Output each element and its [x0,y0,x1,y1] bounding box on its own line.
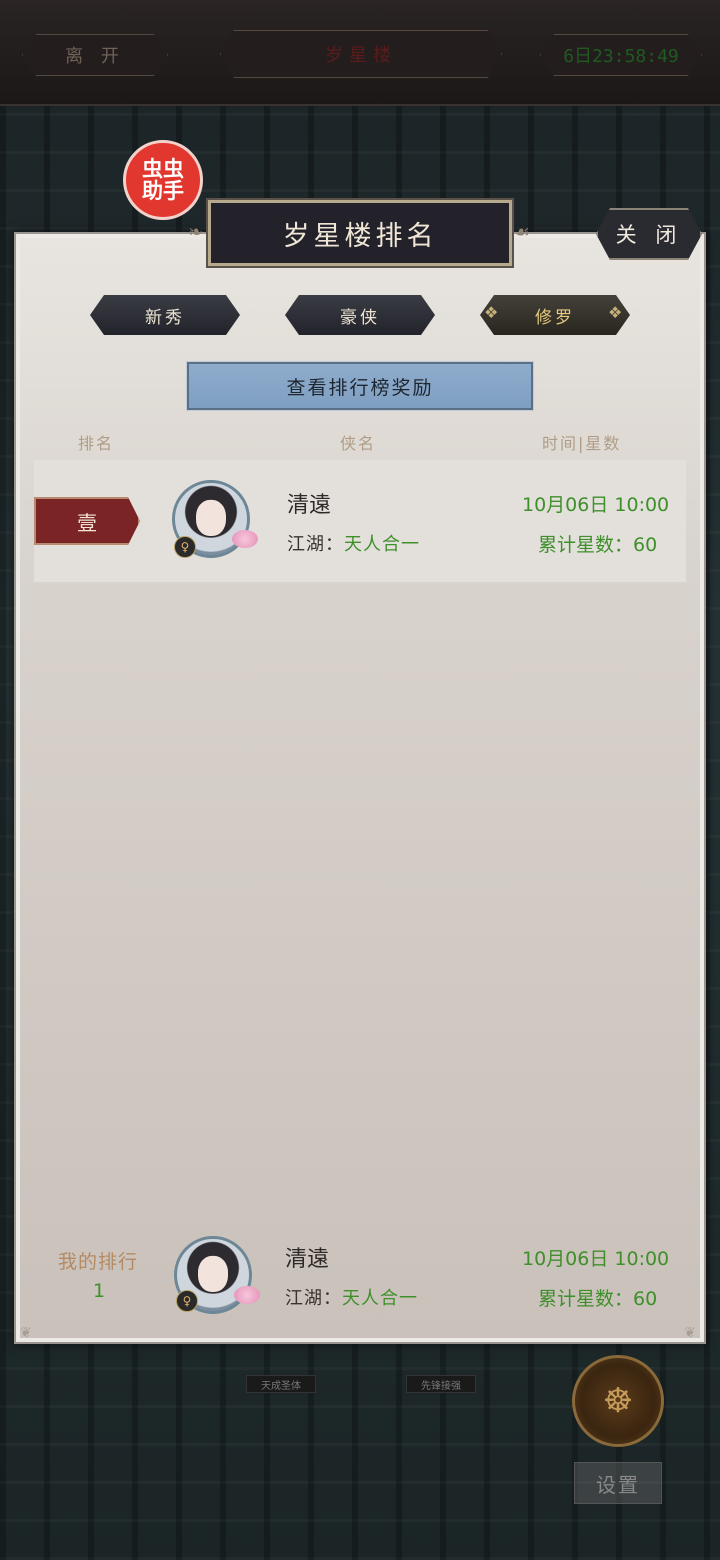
title-ornament-right-icon: ☙ [514,222,531,243]
column-name: 侠名 [340,434,377,453]
lotus-icon [234,1286,260,1304]
tab-active-ornament-icon: ❖ [484,303,499,322]
jianghu-info: 江湖：天人合一 [287,530,420,556]
avatar-face [196,500,226,536]
corner-ornament-icon: ❦ [684,1325,696,1341]
badge-line-2: 助手 [142,179,184,203]
tab-hero[interactable]: 豪侠 [285,295,435,335]
title-ornament-left-icon: ❧ [188,222,204,243]
total-stars: 累计星数：60 [538,530,657,557]
lotus-icon [232,530,258,548]
my-rank-value: 1 [93,1280,106,1302]
jianghu-label: 江湖： [287,534,344,555]
my-name: 清遠 [285,1247,330,1272]
view-rewards-button[interactable]: 查看排行榜奖励 [186,361,534,411]
my-rank-label: 我的排行 [58,1251,139,1273]
rank-time: 10月06日 10:00 [522,494,670,516]
stars-value: 60 [633,1288,658,1310]
tab-newcomer[interactable]: 新秀 [90,295,240,335]
close-button[interactable]: 关 闭 [596,208,702,260]
badge-line-1: 虫虫 [142,157,184,181]
my-jianghu-info: 江湖：天人合一 [285,1284,418,1310]
countdown-timer: 6日23:58:49 [540,34,702,76]
column-rank: 排名 [78,434,115,453]
stars-label: 累计星数： [538,534,634,556]
meditate-icon[interactable]: ☸ [572,1355,664,1447]
settings-button[interactable]: 设置 [574,1462,662,1504]
column-time-stars: 时间|星数 [542,434,622,453]
panel-title: 岁星楼排名 [206,198,514,268]
tab-active-ornament-icon: ❖ [608,303,623,322]
jianghu-value: 天人合一 [344,534,420,555]
helper-badge[interactable]: 虫虫 助手 [123,140,203,220]
stars-value: 60 [633,534,658,556]
mini-tab-1: 天成圣体 [246,1375,316,1393]
avatar-face [198,1256,228,1292]
leave-button[interactable]: 离 开 [22,34,168,76]
jianghu-value: 天人合一 [342,1288,418,1309]
female-icon: ♀ [176,1290,198,1312]
female-icon: ♀ [174,536,196,558]
my-total-stars: 累计星数：60 [538,1284,657,1311]
jianghu-label: 江湖： [285,1288,342,1309]
rank-tag: 壹 [34,497,140,545]
stars-label: 累计星数： [538,1288,634,1310]
mini-tab-2: 先锋接强 [406,1375,476,1393]
corner-ornament-icon: ❦ [20,1325,32,1341]
my-rank-time: 10月06日 10:00 [522,1248,670,1270]
location-title: 岁星楼 [220,30,502,78]
player-name: 清遠 [287,493,332,518]
